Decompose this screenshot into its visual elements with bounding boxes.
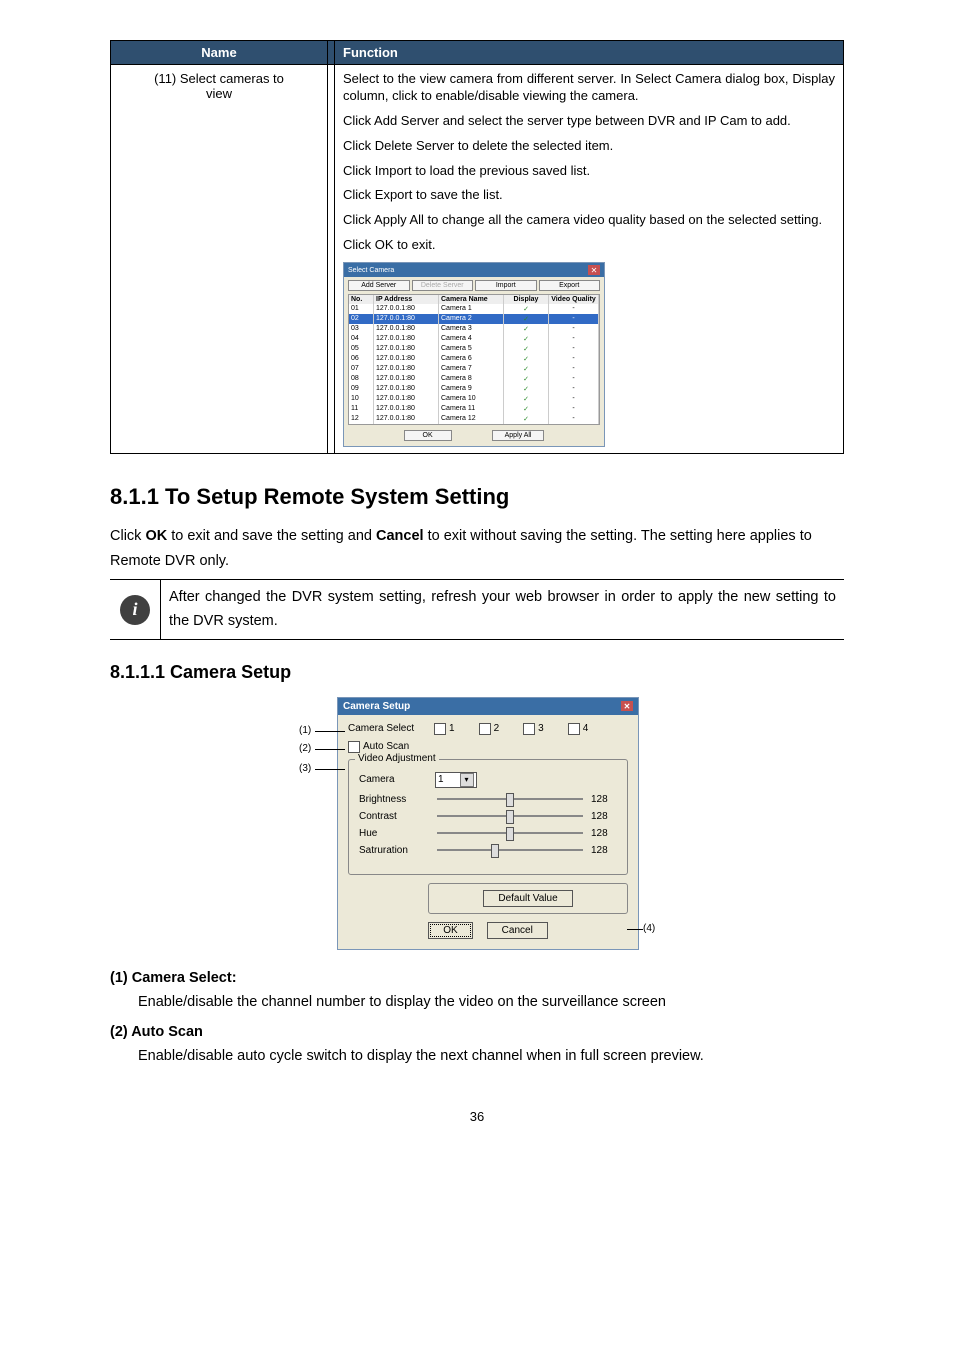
- info-text: After changed the DVR system setting, re…: [160, 580, 844, 638]
- grid-head-no: No.: [349, 295, 374, 304]
- body-paragraph: Click OK to exit and save the setting an…: [110, 524, 844, 573]
- callout-3-line: [315, 769, 345, 770]
- fn1-heading: (1) Camera Select:: [110, 970, 844, 986]
- callout-2-line: [315, 749, 345, 750]
- table-header-name: Name: [111, 41, 328, 65]
- table-row[interactable]: 09127.0.0.1:80Camera 9✓-: [349, 384, 599, 394]
- table-row[interactable]: 06127.0.0.1:80Camera 6✓-: [349, 354, 599, 364]
- import-button[interactable]: Import: [475, 280, 537, 291]
- func-p4: Click Import to load the previous saved …: [343, 163, 835, 180]
- table-row[interactable]: 12127.0.0.1:80Camera 12✓-: [349, 414, 599, 424]
- default-value-button[interactable]: Default Value: [483, 890, 572, 907]
- grid-head-display: Display: [504, 295, 549, 304]
- callout-1: (1): [299, 725, 311, 736]
- camera-dropdown-label: Camera: [359, 774, 429, 785]
- row-name-line2: view: [206, 86, 232, 101]
- saturation-label: Satruration: [359, 845, 429, 856]
- func-p1: Select to the view camera from different…: [343, 71, 835, 105]
- add-server-button[interactable]: Add Server: [348, 280, 410, 291]
- camera-dropdown[interactable]: 1 ▾: [435, 772, 477, 788]
- camera-setup-figure: (1) (2) (3) (4) Camera Setup ✕ Camera Se…: [297, 697, 657, 950]
- func-p3: Click Delete Server to delete the select…: [343, 138, 835, 155]
- heading-811: 8.1.1 To Setup Remote System Setting: [110, 484, 844, 510]
- saturation-slider[interactable]: [437, 849, 583, 851]
- export-button[interactable]: Export: [539, 280, 601, 291]
- brightness-slider[interactable]: [437, 798, 583, 800]
- table-row[interactable]: 03127.0.0.1:80Camera 3✓-: [349, 324, 599, 334]
- camera-select-4[interactable]: 4: [568, 723, 589, 735]
- apply-all-button[interactable]: Apply All: [492, 430, 545, 441]
- fn2-heading: (2) Auto Scan: [110, 1024, 844, 1040]
- callout-4: (4): [643, 923, 655, 934]
- table-row[interactable]: 08127.0.0.1:80Camera 8✓-: [349, 374, 599, 384]
- contrast-label: Contrast: [359, 811, 429, 822]
- body-p1c: to exit and save the setting and: [167, 528, 376, 544]
- table-row[interactable]: 04127.0.0.1:80Camera 4✓-: [349, 334, 599, 344]
- contrast-slider[interactable]: [437, 815, 583, 817]
- table-header-function: Function: [335, 41, 844, 65]
- func-p7: Click OK to exit.: [343, 237, 835, 254]
- callout-3: (3): [299, 763, 311, 774]
- func-p6: Click Apply All to change all the camera…: [343, 212, 835, 229]
- callout-4-line: [627, 929, 643, 930]
- video-adjustment-legend: Video Adjustment: [355, 753, 439, 764]
- camera-select-1[interactable]: 1: [434, 723, 455, 735]
- fn2-body: Enable/disable auto cycle switch to disp…: [138, 1044, 844, 1069]
- callout-1-line: [315, 731, 345, 732]
- table-row[interactable]: 07127.0.0.1:80Camera 7✓-: [349, 364, 599, 374]
- grid-head-vq: Video Quality: [549, 295, 599, 304]
- callout-2: (2): [299, 743, 311, 754]
- hue-label: Hue: [359, 828, 429, 839]
- fn1-body: Enable/disable the channel number to dis…: [138, 990, 844, 1015]
- name-function-table: Name Function (11) Select cameras to vie…: [110, 40, 844, 453]
- camera-setup-dialog: Camera Setup ✕ Camera Select 1 2 3 4 Aut…: [337, 697, 639, 950]
- auto-scan-checkbox[interactable]: Auto Scan: [348, 741, 409, 753]
- close-icon[interactable]: ✕: [621, 701, 633, 711]
- camera-grid: No. IP Address Camera Name Display Video…: [348, 294, 600, 425]
- grid-head-ip: IP Address: [374, 295, 439, 304]
- select-camera-title: Select Camera: [348, 267, 394, 274]
- func-p2: Click Add Server and select the server t…: [343, 113, 835, 130]
- delete-server-button[interactable]: Delete Server: [412, 280, 474, 291]
- table-row[interactable]: 02127.0.0.1:80Camera 2✓-: [349, 314, 599, 324]
- table-bottom-rule: [110, 453, 844, 454]
- saturation-value: 128: [591, 845, 617, 856]
- body-p1d: Cancel: [376, 528, 424, 544]
- hue-slider[interactable]: [437, 832, 583, 834]
- camera-setup-title: Camera Setup: [343, 701, 410, 712]
- brightness-value: 128: [591, 794, 617, 805]
- table-row[interactable]: 01127.0.0.1:80Camera 1✓-: [349, 304, 599, 314]
- heading-8111: 8.1.1.1 Camera Setup: [110, 662, 844, 683]
- contrast-value: 128: [591, 811, 617, 822]
- row-name-line1: (11) Select cameras to: [154, 71, 284, 86]
- brightness-label: Brightness: [359, 794, 429, 805]
- hue-value: 128: [591, 828, 617, 839]
- ok-button[interactable]: OK: [428, 922, 472, 939]
- camera-select-2[interactable]: 2: [479, 723, 500, 735]
- table-row[interactable]: 05127.0.0.1:80Camera 5✓-: [349, 344, 599, 354]
- body-p1a: Click: [110, 528, 145, 544]
- select-camera-dialog: Select Camera ✕ Add Server Delete Server…: [343, 262, 605, 447]
- chevron-down-icon: ▾: [460, 773, 474, 787]
- video-adjustment-group: Video Adjustment Camera 1 ▾ Brightness 1…: [348, 759, 628, 875]
- close-icon[interactable]: ✕: [588, 265, 600, 275]
- table-row[interactable]: 11127.0.0.1:80Camera 11✓-: [349, 404, 599, 414]
- row-name-cell: (11) Select cameras to view: [111, 65, 328, 454]
- body-p1b: OK: [145, 528, 167, 544]
- info-icon: i: [110, 580, 160, 638]
- table-header-sep: [328, 41, 335, 65]
- cancel-button[interactable]: Cancel: [487, 922, 548, 939]
- row-sep-cell: [328, 65, 335, 454]
- grid-head-name: Camera Name: [439, 295, 504, 304]
- ok-button[interactable]: OK: [404, 430, 452, 441]
- info-callout: i After changed the DVR system setting, …: [110, 579, 844, 639]
- func-p5: Click Export to save the list.: [343, 187, 835, 204]
- camera-select-3[interactable]: 3: [523, 723, 544, 735]
- function-cell: Select to the view camera from different…: [335, 65, 844, 454]
- page-number: 36: [110, 1109, 844, 1124]
- table-row[interactable]: 10127.0.0.1:80Camera 10✓-: [349, 394, 599, 404]
- camera-select-label: Camera Select: [348, 723, 428, 734]
